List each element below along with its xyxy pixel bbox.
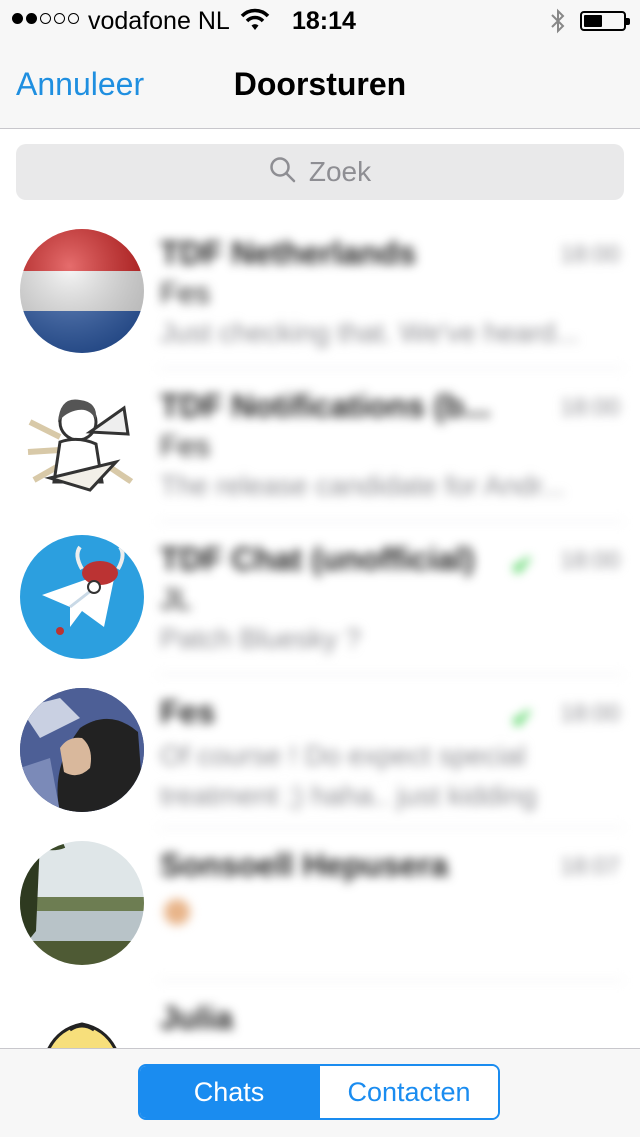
chat-list[interactable]: TDF Netherlands 18:00 Fes Just checking … bbox=[0, 215, 640, 1048]
emoji-preview-icon bbox=[164, 899, 190, 925]
portrait-drawing-avatar bbox=[20, 688, 144, 812]
tab-contacts[interactable]: Contacten bbox=[318, 1066, 498, 1118]
read-check-icon: ✔ bbox=[510, 703, 534, 734]
chat-row[interactable]: TDF Netherlands 18:00 Fes Just checking … bbox=[0, 215, 640, 369]
chat-row[interactable]: Julia bbox=[0, 980, 640, 1048]
netherlands-flag-avatar bbox=[20, 229, 144, 353]
bluetooth-icon bbox=[548, 8, 568, 39]
navigation-bar: Doorsturen Annuleer bbox=[0, 40, 640, 129]
chat-name: TDF Netherlands bbox=[160, 235, 417, 271]
status-bar: vodafone NL 18:14 bbox=[0, 0, 640, 40]
chat-time: 18:00 bbox=[559, 241, 620, 268]
telegram-viking-avatar bbox=[20, 535, 144, 659]
chat-preview: Patch Bluesky ? bbox=[160, 623, 361, 654]
chat-row[interactable]: Fes ✔ 18:00 Of course ! Do expect specia… bbox=[0, 674, 640, 828]
chat-time: 18:00 bbox=[559, 394, 620, 421]
blonde-cartoon-avatar bbox=[20, 994, 144, 1048]
chat-row[interactable]: Sonsoell Hepusera 18:07 bbox=[0, 827, 640, 981]
chat-preview: The release candidate for Andr... bbox=[160, 470, 565, 501]
carrier-name: vodafone NL bbox=[88, 7, 230, 35]
bottom-bar: Chats Contacten bbox=[0, 1048, 640, 1137]
segmented-control: Chats Contacten bbox=[138, 1064, 500, 1120]
chat-preview: Just checking that. We've heard... bbox=[160, 317, 579, 348]
chat-name: TDF Chat (unofficial) bbox=[160, 541, 475, 577]
read-check-icon: ✔ bbox=[510, 550, 534, 581]
chat-time: 18:07 bbox=[559, 853, 620, 880]
chat-preview: Of course ! Do expect special treatment … bbox=[160, 740, 537, 811]
cancel-button[interactable]: Annuleer bbox=[16, 66, 144, 103]
chat-name: Julia bbox=[160, 1000, 233, 1036]
chat-name: Sonsoell Hepusera bbox=[160, 847, 449, 883]
megaphone-girl-avatar bbox=[20, 382, 144, 506]
search-input[interactable]: Zoek bbox=[16, 144, 624, 200]
wifi-icon bbox=[240, 8, 270, 37]
search-placeholder: Zoek bbox=[308, 156, 372, 187]
chat-sender: JL bbox=[160, 583, 192, 616]
chat-time: 18:00 bbox=[559, 547, 620, 574]
search-icon bbox=[269, 156, 297, 189]
search-area: Zoek bbox=[0, 129, 640, 215]
chat-sender: Fes bbox=[160, 430, 211, 463]
chat-time: 18:00 bbox=[559, 700, 620, 727]
signal-strength-icon bbox=[12, 13, 79, 24]
chat-name: Fes bbox=[160, 694, 216, 730]
chat-sender: Fes bbox=[160, 277, 211, 310]
chat-row[interactable]: TDF Notifications (b... 18:00 Fes The re… bbox=[0, 368, 640, 522]
battery-icon bbox=[580, 11, 630, 31]
tab-chats[interactable]: Chats bbox=[140, 1066, 318, 1118]
chat-row[interactable]: TDF Chat (unofficial) ✔ 18:00 JL Patch B… bbox=[0, 521, 640, 675]
lake-landscape-avatar bbox=[20, 841, 144, 965]
chat-name: TDF Notifications (b... bbox=[160, 388, 490, 424]
status-time: 18:14 bbox=[292, 7, 356, 35]
